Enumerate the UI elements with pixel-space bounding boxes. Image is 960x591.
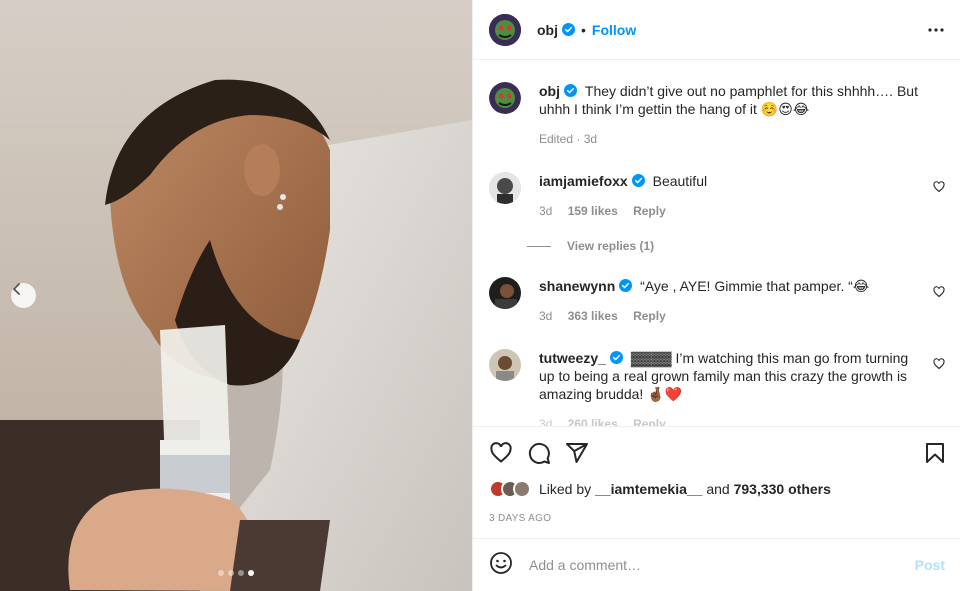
more-icon (928, 28, 944, 32)
avatar-image (489, 349, 521, 381)
reply-button[interactable]: Reply (633, 417, 666, 426)
carousel-prev-button[interactable] (11, 283, 36, 308)
comment-text: “Aye , AYE! Gimmie that pamper. “😂 (640, 278, 870, 294)
post-header: obj • Follow (473, 0, 960, 60)
view-replies-button[interactable]: View replies (1) (527, 239, 654, 253)
avatar-image (489, 172, 521, 204)
heart-icon (933, 286, 945, 298)
likes-summary: Liked by __iamtemekia__ and 793,330 othe… (489, 480, 831, 498)
likes-count[interactable]: 793,330 others (734, 481, 831, 497)
caption-username[interactable]: obj (539, 83, 560, 99)
carousel-dot (238, 570, 244, 576)
liker-avatars (489, 480, 531, 498)
follow-button[interactable]: Follow (592, 22, 636, 38)
emoji-icon (490, 551, 512, 574)
like-comment-button[interactable] (933, 285, 945, 303)
reply-button[interactable]: Reply (633, 204, 666, 218)
bookmark-icon (926, 443, 944, 463)
comment-input[interactable] (529, 557, 915, 573)
comment-likes[interactable]: 363 likes (568, 309, 618, 323)
caption-meta: Edited · 3d (539, 132, 598, 146)
comments-list[interactable]: obj They didn’t give out no pamphlet for… (473, 60, 960, 426)
post-side-panel: obj • Follow obj They didn’t give out no… (472, 0, 960, 591)
avatar-image (489, 277, 521, 309)
separator-dot: • (581, 21, 586, 38)
caption-text: They didn’t give out no pamphlet for thi… (539, 83, 918, 117)
comment-likes[interactable]: 260 likes (568, 417, 618, 426)
liked-by-label: Liked by (539, 481, 592, 497)
post-actions: Liked by __iamtemekia__ and 793,330 othe… (473, 426, 960, 538)
add-comment-bar: Post (473, 538, 960, 591)
avatar-image (489, 82, 521, 114)
carousel-dot-active (248, 570, 254, 576)
heart-icon (490, 442, 512, 463)
share-icon (566, 443, 588, 463)
like-comment-button[interactable] (933, 357, 945, 375)
comment-age: 3d (539, 417, 553, 426)
divider-line (527, 245, 551, 247)
commenter-username[interactable]: iamjamiefoxx (539, 173, 628, 189)
comment-age: 3d (539, 204, 553, 218)
like-button[interactable] (489, 441, 513, 470)
comment-age: 3d (539, 309, 553, 323)
author-avatar[interactable] (489, 13, 521, 46)
reply-button[interactable]: Reply (633, 309, 666, 323)
heart-icon (933, 181, 945, 193)
share-button[interactable] (565, 441, 589, 470)
comment-button[interactable] (527, 441, 551, 470)
heart-icon (933, 358, 945, 370)
likes-and: and (706, 481, 730, 497)
commenter-username[interactable]: tutweezy_ (539, 350, 606, 366)
carousel-dot (228, 570, 234, 576)
commenter-avatar[interactable] (489, 277, 521, 309)
verified-badge-icon (631, 174, 645, 187)
verified-badge-icon (562, 23, 575, 36)
emoji-button[interactable] (489, 551, 513, 580)
more-options-button[interactable] (927, 22, 945, 43)
chevron-left-icon (13, 283, 20, 295)
author-avatar[interactable] (489, 82, 521, 114)
avatar-image (489, 13, 521, 46)
commenter-username[interactable]: shanewynn (539, 278, 615, 294)
carousel-dot (218, 570, 224, 576)
save-button[interactable] (923, 441, 947, 470)
post-photo (0, 0, 472, 591)
verified-badge-icon (609, 351, 623, 364)
commenter-avatar[interactable] (489, 172, 521, 204)
verified-badge-icon (619, 279, 633, 292)
author-username[interactable]: obj (537, 22, 558, 38)
commenter-avatar[interactable] (489, 349, 521, 381)
comment-likes[interactable]: 159 likes (568, 204, 618, 218)
post-comment-button[interactable]: Post (915, 557, 945, 573)
carousel-indicators (218, 570, 254, 576)
view-replies-label: View replies (1) (567, 239, 655, 253)
post-date[interactable]: 3 DAYS AGO (489, 513, 551, 524)
like-comment-button[interactable] (933, 180, 945, 198)
liked-by-user[interactable]: __iamtemekia__ (595, 481, 702, 497)
comment-icon (528, 442, 550, 464)
liker-avatar (513, 480, 531, 498)
verified-badge-icon (564, 84, 577, 97)
post-media[interactable] (0, 0, 472, 591)
comment-text: Beautiful (652, 173, 708, 189)
